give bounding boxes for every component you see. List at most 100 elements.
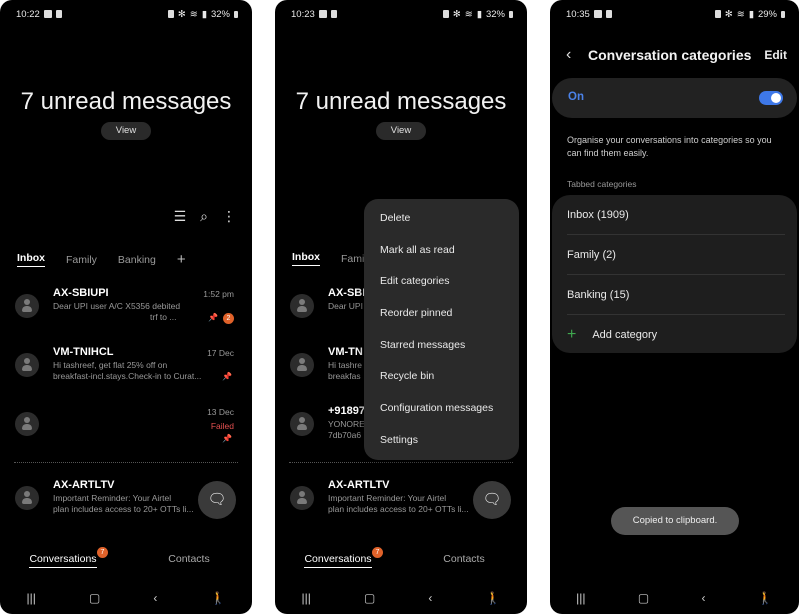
menu-item-recycle-bin[interactable]: Recycle bin: [364, 361, 519, 393]
menu-item-starred-messages[interactable]: Starred messages: [364, 330, 519, 362]
wifi-icon: ≋: [189, 8, 198, 20]
menu-item-reorder-pinned[interactable]: Reorder pinned: [364, 298, 519, 330]
avatar: [290, 412, 314, 436]
conversation-item[interactable]: 13 Dec Failed 📌: [0, 400, 252, 460]
accessibility-icon[interactable]: 🚶: [758, 591, 773, 605]
status-bar: 10:22 ✻ ≋ ▮ 32%: [16, 7, 238, 21]
accessibility-icon[interactable]: 🚶: [210, 591, 225, 605]
tab-conversations[interactable]: Conversations 7: [0, 547, 126, 568]
pin-icon: 📌: [222, 372, 232, 381]
page-title: Conversation categories: [588, 47, 752, 63]
bottom-tabs: Conversations 7 Contacts: [275, 547, 527, 568]
back-arrow-icon[interactable]: ‹: [566, 46, 588, 64]
recents-icon[interactable]: |||: [302, 591, 311, 605]
divider: [14, 462, 238, 463]
conversation-item[interactable]: VM-TNIHCL Hi tashreef, get flat 25% off …: [0, 341, 252, 401]
divider: [289, 462, 513, 463]
home-icon[interactable]: ▢: [89, 591, 100, 605]
search-icon[interactable]: ⌕: [200, 208, 208, 225]
back-icon[interactable]: ‹: [428, 591, 432, 605]
unread-count-title: 7 unread messages: [20, 88, 232, 115]
unread-badge: 2: [223, 313, 234, 324]
conversations-badge: 7: [97, 547, 108, 558]
recents-icon[interactable]: |||: [27, 591, 36, 605]
category-item-banking[interactable]: Banking (15): [567, 275, 785, 315]
avatar: [15, 353, 39, 377]
home-icon[interactable]: ▢: [364, 591, 375, 605]
sender: AX-ARTLTV: [53, 479, 115, 491]
view-button[interactable]: View: [101, 122, 151, 140]
tab-inbox[interactable]: Inbox: [17, 252, 45, 267]
alarm-icon: [714, 10, 721, 18]
tab-family[interactable]: Family: [66, 254, 97, 266]
wifi-icon: ≋: [464, 8, 473, 20]
tab-contacts[interactable]: Contacts: [126, 553, 252, 565]
add-category-button[interactable]: + Add category: [567, 315, 657, 355]
tab-family[interactable]: Famil: [341, 253, 367, 265]
avatar: [15, 294, 39, 318]
avatar: [290, 294, 314, 318]
gallery-icon: [593, 10, 602, 18]
avatar: [15, 486, 39, 510]
back-icon[interactable]: ‹: [702, 591, 706, 605]
bluetooth-icon: ✻: [724, 8, 733, 20]
category-item-inbox[interactable]: Inbox (1909): [567, 195, 785, 235]
notification-icon: [55, 10, 62, 18]
sender: AX-ARTLTV: [328, 479, 390, 491]
wifi-icon: ≋: [736, 8, 745, 20]
battery-icon: [234, 10, 238, 18]
new-conversation-button[interactable]: 🗨: [198, 481, 236, 519]
status-time: 10:35: [566, 8, 590, 20]
categories-toggle-switch[interactable]: [759, 91, 783, 105]
bluetooth-icon: ✻: [452, 8, 461, 20]
battery-icon: [781, 10, 785, 18]
tab-contacts[interactable]: Contacts: [401, 553, 527, 565]
status-time: 10:22: [16, 8, 40, 20]
menu-item-configuration-messages[interactable]: Configuration messages: [364, 393, 519, 425]
tab-inbox[interactable]: Inbox: [292, 251, 320, 266]
status-bar: 10:35 ✻ ≋ ▮ 29%: [566, 7, 785, 21]
back-icon[interactable]: ‹: [153, 591, 157, 605]
alarm-icon: [167, 10, 174, 18]
conversation-item[interactable]: AX-SBIUPI Dear UPI user A/C X5356 debite…: [0, 282, 252, 342]
notification-icon: [605, 10, 612, 18]
tab-conversations-label: Conversations: [304, 553, 372, 568]
menu-item-settings[interactable]: Settings: [364, 425, 519, 457]
category-item-family[interactable]: Family (2): [567, 235, 785, 275]
avatar: [290, 486, 314, 510]
preview-line2: breakfast-incl.stays.Check-in to Curat..…: [53, 371, 202, 381]
recents-icon[interactable]: |||: [576, 591, 585, 605]
category-tabs: Inbox Famil: [292, 251, 367, 266]
screen-conversations: 10:22 ✻ ≋ ▮ 32% 7 unread messages View ☰ ⌕ …: [0, 0, 252, 614]
edit-button[interactable]: Edit: [764, 48, 787, 62]
tab-conversations[interactable]: Conversations 7: [275, 547, 401, 568]
accessibility-icon[interactable]: 🚶: [485, 591, 500, 605]
battery-level: 29%: [757, 8, 777, 20]
battery-level: 32%: [485, 8, 505, 20]
gallery-icon: [318, 10, 327, 18]
tab-banking[interactable]: Banking: [118, 254, 156, 266]
alarm-icon: [442, 10, 449, 18]
categories-toggle-row[interactable]: On: [552, 78, 797, 118]
time: 1:52 pm: [203, 289, 234, 299]
sender: AX-SBIUPI: [53, 287, 109, 299]
battery-level: 32%: [210, 8, 230, 20]
menu-item-delete[interactable]: Delete: [364, 203, 519, 235]
categories-list: Inbox (1909) Family (2) Banking (15) + Ad…: [552, 195, 797, 353]
screen-conversations-menu: 10:23 ✻ ≋ ▮ 32% 7 unread messages View Inbo…: [275, 0, 527, 614]
preview-line2: trf to ...: [150, 312, 177, 322]
bluetooth-icon: ✻: [177, 8, 186, 20]
preview: Dear UPI user A/C X5356 debited: [53, 301, 181, 311]
menu-item-mark-all-read[interactable]: Mark all as read: [364, 235, 519, 267]
tab-conversations-label: Conversations: [29, 553, 97, 568]
status-time: 10:23: [291, 8, 315, 20]
view-button[interactable]: View: [376, 122, 426, 140]
add-tab-icon[interactable]: +: [177, 251, 186, 268]
more-vert-icon[interactable]: ⋮: [222, 208, 236, 225]
sender: VM-TN: [328, 346, 363, 358]
tab-contacts-label: Contacts: [443, 553, 485, 565]
new-conversation-button[interactable]: 🗨: [473, 481, 511, 519]
menu-item-edit-categories[interactable]: Edit categories: [364, 266, 519, 298]
home-icon[interactable]: ▢: [638, 591, 649, 605]
filter-icon[interactable]: ☰: [174, 208, 187, 225]
